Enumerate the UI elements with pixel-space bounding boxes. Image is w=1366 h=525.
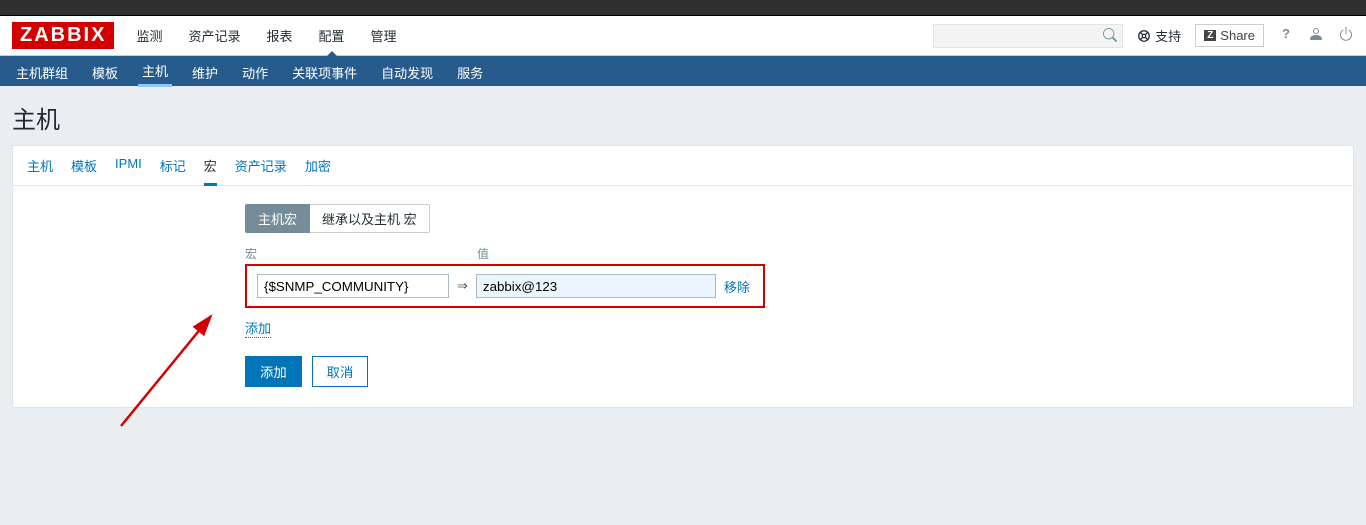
share-label: Share bbox=[1220, 28, 1255, 43]
main-nav-configuration[interactable]: 配置 bbox=[315, 16, 349, 55]
user-icon[interactable] bbox=[1308, 26, 1324, 45]
tab-tags[interactable]: 标记 bbox=[160, 156, 186, 185]
search-icon[interactable] bbox=[1103, 28, 1117, 45]
tab-ipmi[interactable]: IPMI bbox=[115, 156, 142, 185]
sub-nav: 主机群组 模板 主机 维护 动作 关联项事件 自动发现 服务 bbox=[0, 56, 1366, 86]
support-label: 支持 bbox=[1155, 26, 1181, 45]
sub-nav-services[interactable]: 服务 bbox=[453, 57, 487, 86]
macro-name-input[interactable] bbox=[257, 274, 449, 298]
power-icon[interactable] bbox=[1338, 26, 1354, 45]
sub-nav-discovery[interactable]: 自动发现 bbox=[377, 57, 437, 86]
main-nav: 监测 资产记录 报表 配置 管理 bbox=[132, 16, 933, 55]
share-z-icon: Z bbox=[1204, 30, 1216, 41]
share-button[interactable]: Z Share bbox=[1195, 24, 1264, 47]
arrow-icon: ⇒ bbox=[457, 278, 468, 294]
tabs: 主机 模板 IPMI 标记 宏 资产记录 加密 bbox=[13, 146, 1353, 186]
svg-text:?: ? bbox=[1282, 26, 1290, 41]
macro-toggle-group: 主机宏 继承以及主机 宏 bbox=[245, 204, 1339, 233]
tab-templates[interactable]: 模板 bbox=[71, 156, 97, 185]
macro-label-name: 宏 bbox=[245, 245, 257, 262]
tab-host[interactable]: 主机 bbox=[27, 156, 53, 185]
macro-value-input[interactable] bbox=[476, 274, 716, 298]
support-link[interactable]: 支持 bbox=[1137, 26, 1181, 45]
form-area: 主机宏 继承以及主机 宏 宏 值 ⇒ 移除 添加 添加 取消 bbox=[13, 186, 1353, 407]
header: ZABBIX 监测 资产记录 报表 配置 管理 支持 Z Share ? bbox=[0, 16, 1366, 56]
cancel-button[interactable]: 取消 bbox=[312, 356, 369, 387]
search-box bbox=[933, 24, 1123, 48]
tab-inventory[interactable]: 资产记录 bbox=[235, 156, 287, 185]
browser-chrome-bar bbox=[0, 0, 1366, 16]
content-card: 主机 模板 IPMI 标记 宏 资产记录 加密 主机宏 继承以及主机 宏 宏 值… bbox=[12, 145, 1354, 408]
help-icon[interactable]: ? bbox=[1278, 26, 1294, 45]
macro-section: 宏 值 ⇒ 移除 添加 bbox=[245, 245, 1339, 338]
search-input[interactable] bbox=[933, 24, 1123, 48]
sub-nav-templates[interactable]: 模板 bbox=[88, 57, 122, 86]
main-nav-inventory[interactable]: 资产记录 bbox=[184, 16, 244, 55]
tab-macros[interactable]: 宏 bbox=[204, 156, 217, 186]
sub-nav-hosts[interactable]: 主机 bbox=[138, 55, 172, 87]
macro-label-value: 值 bbox=[477, 245, 489, 262]
page-title: 主机 bbox=[0, 86, 1366, 145]
add-macro-link[interactable]: 添加 bbox=[245, 318, 271, 338]
main-nav-administration[interactable]: 管理 bbox=[367, 16, 401, 55]
tab-encryption[interactable]: 加密 bbox=[305, 156, 331, 185]
sub-nav-correlation[interactable]: 关联项事件 bbox=[288, 57, 361, 86]
form-buttons: 添加 取消 bbox=[245, 356, 1339, 387]
macro-row: ⇒ 移除 bbox=[245, 264, 765, 308]
remove-link[interactable]: 移除 bbox=[724, 277, 750, 296]
sub-nav-actions[interactable]: 动作 bbox=[238, 57, 272, 86]
toggle-inherited-macros[interactable]: 继承以及主机 宏 bbox=[310, 204, 430, 233]
main-nav-monitoring[interactable]: 监测 bbox=[132, 16, 166, 55]
toggle-host-macros[interactable]: 主机宏 bbox=[245, 204, 310, 233]
logo[interactable]: ZABBIX bbox=[12, 22, 114, 49]
add-button[interactable]: 添加 bbox=[245, 356, 302, 387]
main-nav-reports[interactable]: 报表 bbox=[262, 16, 296, 55]
header-right: 支持 Z Share ? bbox=[933, 24, 1354, 48]
sub-nav-maintenance[interactable]: 维护 bbox=[188, 57, 222, 86]
macro-header-labels: 宏 值 bbox=[245, 245, 1339, 262]
sub-nav-hostgroups[interactable]: 主机群组 bbox=[12, 57, 72, 86]
